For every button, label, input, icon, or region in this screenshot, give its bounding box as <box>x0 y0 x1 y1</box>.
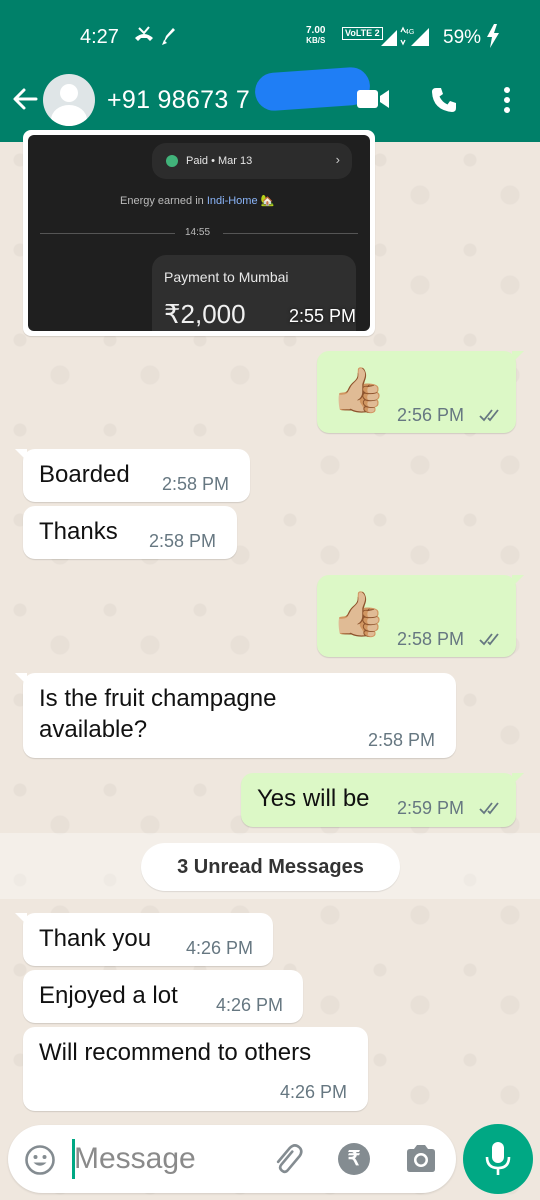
thumbs-up-emoji: 👍🏼 <box>331 590 386 639</box>
message-text: Will recommend to others <box>39 1039 312 1066</box>
message-time: 4:26 PM <box>216 995 284 1015</box>
energy-prefix: Energy earned in <box>120 195 207 207</box>
message-text: Yes will be <box>257 785 370 812</box>
incoming-message[interactable]: Thanks 2:58 PM <box>23 506 237 559</box>
message-time: 4:26 PM <box>280 1082 348 1102</box>
network-speed-value: 7.00 <box>306 25 326 36</box>
notification-icons <box>133 24 177 54</box>
outgoing-message[interactable]: Yes will be 2:59 PM <box>241 773 524 827</box>
chevron-right-icon: › <box>335 152 340 167</box>
image-message[interactable]: Paid • Mar 13 › Energy earned in Indi-Ho… <box>23 130 375 336</box>
payment-amount: ₹2,000 <box>164 299 246 329</box>
message-time: 2:58 PM <box>397 629 465 649</box>
charging-icon <box>485 24 501 54</box>
voice-message-button[interactable] <box>463 1124 533 1194</box>
status-bar: 4:27 7.00 KB/S VoLTE 2 4G 59% <box>0 0 540 70</box>
message-time: 2:58 PM <box>149 531 217 551</box>
outgoing-message[interactable]: 👍🏼 2:56 PM <box>317 351 524 433</box>
time-divider: 14:55 <box>40 225 358 241</box>
voice-call-icon[interactable] <box>430 86 458 114</box>
back-arrow-icon[interactable] <box>10 84 40 114</box>
message-time: 2:59 PM <box>397 798 465 818</box>
unread-messages-banner: 3 Unread Messages <box>141 843 400 891</box>
battery-percent: 59% <box>443 27 482 48</box>
status-time: 4:27 <box>80 26 119 48</box>
energy-line: Energy earned in Indi-Home 🏡 <box>120 194 274 207</box>
message-input[interactable] <box>74 1138 254 1180</box>
message-time: 4:26 PM <box>186 938 254 958</box>
divider-time: 14:55 <box>185 227 211 238</box>
thumbs-up-emoji: 👍🏼 <box>331 366 386 415</box>
payment-label: Payment to Mumbai <box>164 269 289 285</box>
message-text: Boarded <box>39 461 130 488</box>
incoming-message[interactable]: Thank you 4:26 PM <box>15 913 273 966</box>
double-check-icon <box>479 633 499 646</box>
payment-screenshot: Paid • Mar 13 › Energy earned in Indi-Ho… <box>28 135 370 331</box>
message-time: 2:55 PM <box>289 306 357 326</box>
message-time: 2:58 PM <box>162 474 230 494</box>
microphone-icon <box>485 1142 511 1175</box>
emoji-icon[interactable] <box>24 1144 56 1176</box>
message-text-line-2: available? <box>39 716 148 743</box>
message-text: Thanks <box>39 518 118 545</box>
attach-icon[interactable] <box>271 1143 305 1177</box>
energy-link: Indi-Home <box>206 195 258 207</box>
check-icon <box>166 155 178 167</box>
message-time: 2:58 PM <box>368 730 436 750</box>
video-call-icon[interactable] <box>357 88 389 110</box>
outgoing-message[interactable]: 👍🏼 2:58 PM <box>317 575 524 657</box>
missed-call-icon <box>135 26 175 45</box>
double-check-icon <box>479 802 499 815</box>
network-type: 4G <box>405 29 414 36</box>
message-composer: ₹ <box>8 1125 456 1193</box>
paid-status-pill: Paid • Mar 13 › <box>152 143 352 179</box>
network-speed-unit: KB/S <box>306 36 326 45</box>
payment-rupee-icon[interactable]: ₹ <box>338 1143 370 1175</box>
avatar[interactable] <box>43 74 95 126</box>
incoming-message[interactable]: Is the fruit champagne available? 2:58 P… <box>15 673 456 758</box>
message-text: Thank you <box>39 925 152 952</box>
paid-label: Paid • Mar 13 <box>186 155 253 167</box>
camera-icon[interactable] <box>404 1143 438 1175</box>
signal-icon: 4G <box>381 26 429 46</box>
redaction-mark <box>253 66 372 112</box>
network-speed: 7.00 KB/S <box>306 26 325 46</box>
message-text-line-1: Is the fruit champagne <box>39 685 277 712</box>
volte-badge: VoLTE 2 <box>342 27 383 40</box>
house-emoji: 🏡 <box>260 195 275 207</box>
double-check-icon <box>479 409 499 422</box>
message-text: Enjoyed a lot <box>39 982 178 1009</box>
contact-name[interactable]: +91 98673 7 <box>107 86 250 115</box>
incoming-message[interactable]: Boarded 2:58 PM <box>15 449 250 502</box>
incoming-message[interactable]: Enjoyed a lot 4:26 PM <box>23 970 303 1023</box>
incoming-message[interactable]: Will recommend to others 4:26 PM <box>23 1027 368 1111</box>
message-time: 2:56 PM <box>397 405 465 425</box>
more-options-icon[interactable] <box>500 86 514 114</box>
